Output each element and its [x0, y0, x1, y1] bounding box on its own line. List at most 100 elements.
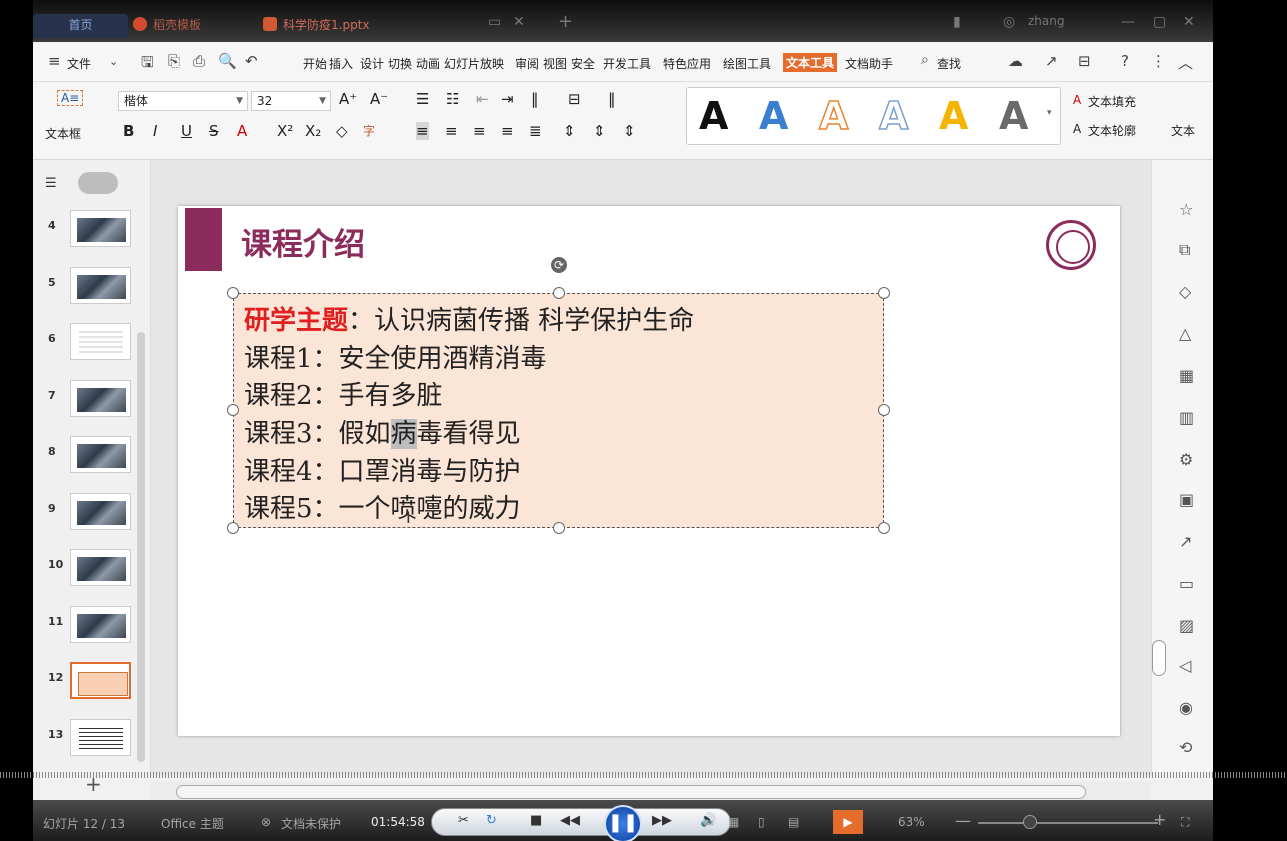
resize-handle[interactable]: [878, 522, 890, 534]
share-icon[interactable]: ↗: [1045, 52, 1058, 70]
refresh-icon[interactable]: ↻: [486, 813, 497, 828]
topic-line[interactable]: 研学主题：认识病菌传播 科学保护生命: [244, 300, 694, 337]
slide-thumb[interactable]: 5: [33, 264, 151, 308]
slide[interactable]: 课程介绍 ⟳ 研学主题：认识病菌传播 科学保护生命 课程1：安全使用酒精消毒 课…: [178, 206, 1120, 736]
history-icon[interactable]: ⟲: [1179, 738, 1192, 757]
sorter-view-icon[interactable]: ▦: [728, 815, 739, 829]
slide-thumb[interactable]: 4: [33, 207, 151, 251]
gallery-more-icon[interactable]: ▾: [1047, 108, 1052, 118]
protect-status[interactable]: 文档未保护: [281, 815, 341, 832]
menu-start[interactable]: 开始: [303, 55, 327, 72]
layout-icon[interactable]: ▦: [1179, 366, 1194, 385]
print-icon[interactable]: ⎙: [193, 52, 205, 70]
slide-thumb[interactable]: 8: [33, 433, 151, 477]
box-icon[interactable]: ▭: [1179, 574, 1194, 593]
text-effect-button[interactable]: 文本: [1171, 122, 1195, 139]
theme-name[interactable]: Office 主题: [161, 815, 224, 832]
font-size-select[interactable]: 32 ▼: [251, 91, 331, 111]
user-avatar-icon[interactable]: ◎: [1003, 14, 1015, 30]
slide-view-toggle[interactable]: [78, 172, 118, 194]
menu-view[interactable]: 视图: [543, 55, 567, 72]
collapse-ribbon-icon[interactable]: ︿: [1178, 52, 1193, 73]
font-name-select[interactable]: 楷体 ▼: [118, 91, 248, 111]
text-style-gallery[interactable]: A A A A A A ▾: [686, 87, 1061, 145]
star-icon[interactable]: ☆: [1179, 200, 1193, 219]
resize-handle[interactable]: [878, 287, 890, 299]
style-a-6[interactable]: A: [999, 94, 1028, 138]
window-count-icon[interactable]: ▮: [953, 14, 961, 30]
zoom-slider-knob[interactable]: [1023, 815, 1037, 829]
export-icon[interactable]: ↗: [1179, 532, 1192, 551]
menu-slideshow[interactable]: 幻灯片放映: [444, 55, 504, 72]
reading-view-icon[interactable]: ▯: [758, 815, 765, 829]
grow-font-icon[interactable]: A⁺: [339, 90, 357, 108]
image-icon[interactable]: ▨: [1179, 616, 1194, 635]
menu-drawing-tools[interactable]: 绘图工具: [723, 55, 771, 72]
pause-button[interactable]: ❚❚: [604, 805, 642, 841]
course-line[interactable]: 课程3：假如病毒看得见: [244, 413, 521, 450]
normal-view-icon[interactable]: ▭: [703, 815, 714, 829]
slide-title[interactable]: 课程介绍: [241, 219, 365, 264]
monitor-icon[interactable]: ▭: [488, 14, 501, 30]
search-icon[interactable]: ⌕: [921, 52, 929, 68]
style-a-5[interactable]: A: [939, 94, 968, 138]
play-slideshow-button[interactable]: ▶: [833, 810, 863, 834]
export-icon[interactable]: ⎘: [168, 52, 180, 70]
right-scrollbar[interactable]: [1152, 640, 1166, 676]
close-window-icon[interactable]: ✕: [1183, 14, 1195, 30]
resize-handle[interactable]: [227, 287, 239, 299]
tools-icon[interactable]: ✂: [458, 813, 469, 828]
column-icon[interactable]: ‖: [608, 90, 616, 108]
horizontal-scroll-thumb[interactable]: [176, 785, 1086, 799]
decrease-indent-icon[interactable]: ⇤: [476, 90, 489, 108]
textbox-icon[interactable]: A≡: [57, 90, 84, 106]
course-line[interactable]: 课程4：口罩消毒与防护: [244, 451, 521, 488]
font-color-icon[interactable]: A: [237, 122, 247, 140]
menu-special[interactable]: 特色应用: [663, 55, 711, 72]
minimize-icon[interactable]: —: [1121, 14, 1135, 30]
horizontal-scrollbar[interactable]: [151, 781, 1151, 801]
notes-view-icon[interactable]: ▤: [788, 815, 799, 829]
strikethrough-icon[interactable]: S: [209, 122, 219, 140]
preview-icon[interactable]: 🔍: [218, 52, 237, 70]
chevron-down-icon[interactable]: ⌄: [109, 55, 118, 68]
backup-icon[interactable]: ◉: [1179, 698, 1193, 717]
para-spacing-icon[interactable]: ⇕: [563, 122, 576, 140]
menu-design[interactable]: 设计: [360, 55, 384, 72]
slide-thumb[interactable]: 6: [33, 320, 151, 364]
slide-thumb[interactable]: 7: [33, 377, 151, 421]
course-line[interactable]: 课程1：安全使用酒精消毒: [244, 338, 547, 375]
superscript-icon[interactable]: X²: [277, 122, 293, 140]
text-fill-button[interactable]: 文本填充: [1088, 93, 1136, 110]
menu-transition[interactable]: 切换: [388, 55, 412, 72]
distribute-icon[interactable]: ≣: [529, 122, 542, 140]
menu-doc-assistant[interactable]: 文档助手: [845, 55, 893, 72]
menu-file[interactable]: 文件: [67, 55, 91, 72]
zoom-level[interactable]: 63%: [898, 815, 925, 829]
chart-icon[interactable]: ▥: [1179, 408, 1194, 427]
bullets-icon[interactable]: ☰: [416, 90, 429, 108]
slide-thumb[interactable]: 13: [33, 716, 151, 760]
hamburger-icon[interactable]: ≡: [48, 52, 61, 70]
phonetic-icon[interactable]: 字: [363, 122, 375, 139]
close-tab-icon[interactable]: ✕: [513, 14, 525, 30]
shrink-font-icon[interactable]: A⁻: [370, 90, 388, 108]
slide-thumb[interactable]: 9: [33, 490, 151, 534]
user-name[interactable]: zhang: [1028, 14, 1064, 28]
para-settings-icon[interactable]: ⇕: [623, 122, 636, 140]
resize-handle[interactable]: [227, 522, 239, 534]
numbering-icon[interactable]: ☷: [446, 90, 459, 108]
resize-handle[interactable]: [227, 404, 239, 416]
shape-icon[interactable]: ⧉: [1179, 240, 1190, 260]
menu-review[interactable]: 审阅: [515, 55, 539, 72]
text-outline-button[interactable]: 文本轮廓: [1088, 122, 1136, 139]
course-line[interactable]: 课程5：一个喷嚏的威力: [244, 488, 521, 525]
tab-home[interactable]: 首页: [33, 14, 128, 38]
course-line[interactable]: 课程2：手有多脏: [244, 375, 443, 412]
subscript-icon[interactable]: X₂: [305, 122, 321, 140]
more-icon[interactable]: ⋮: [1151, 52, 1166, 70]
zoom-in-icon[interactable]: +: [1153, 810, 1166, 829]
menu-search[interactable]: 查找: [937, 55, 961, 72]
outline-view-icon[interactable]: ☰: [45, 176, 57, 191]
settings-icon[interactable]: ⚙: [1179, 450, 1193, 469]
